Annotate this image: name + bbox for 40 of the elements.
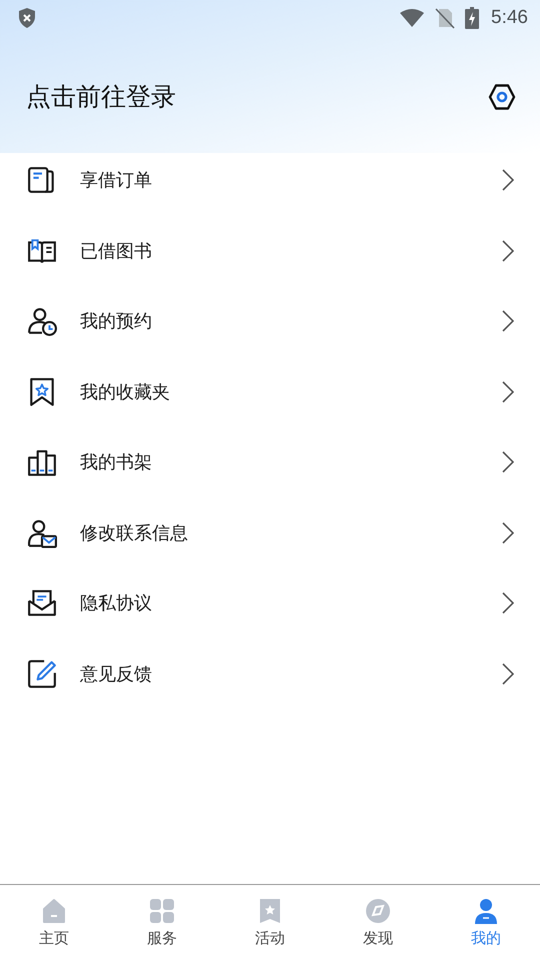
tab-item[interactable]: 我的 [432, 885, 540, 960]
chevron-right-icon [502, 380, 514, 403]
menu-item[interactable]: 我的书架 [0, 427, 540, 498]
tab-item[interactable]: 服务 [108, 885, 216, 960]
bookmark-star-icon [27, 376, 57, 407]
menu-item[interactable]: 我的收藏夹 [0, 356, 540, 427]
tab-item[interactable]: 发现 [324, 885, 432, 960]
chevron-right-icon [502, 662, 514, 685]
shield-icon [17, 7, 37, 29]
receipt-icon [27, 165, 57, 196]
menu-item[interactable]: 意见反馈 [0, 638, 540, 709]
open-envelope-icon [27, 588, 57, 618]
tab-item[interactable]: 主页 [0, 885, 108, 960]
menu-item[interactable]: 已借图书 [0, 216, 540, 286]
no-sim-icon [435, 7, 456, 29]
home-icon [41, 898, 67, 924]
settings-icon[interactable] [488, 82, 516, 110]
chevron-right-icon [502, 522, 514, 544]
pencil-square-icon [27, 658, 57, 689]
user-icon [473, 898, 499, 924]
menu-item[interactable]: 隐私协议 [0, 568, 540, 638]
bookmark-star-icon [257, 898, 283, 924]
wifi-icon [399, 8, 426, 28]
menu-item[interactable]: 我的预约 [0, 286, 540, 356]
clock-time: 5:46 [491, 7, 528, 29]
grid-icon [149, 898, 175, 924]
login-prompt-link[interactable]: 点击前往登录 [26, 80, 176, 113]
user-mail-icon [27, 518, 57, 548]
menu-item[interactable]: 享借订单 [0, 145, 540, 216]
chevron-right-icon [502, 240, 514, 262]
menu-item[interactable]: 修改联系信息 [0, 498, 540, 568]
chevron-right-icon [502, 310, 514, 332]
chevron-right-icon [502, 592, 514, 614]
compass-icon [365, 898, 391, 924]
bookshelf-icon [27, 447, 57, 478]
user-clock-icon [27, 306, 57, 336]
tab-item[interactable]: 活动 [216, 885, 324, 960]
battery-charging-icon [465, 7, 480, 29]
chevron-right-icon [502, 451, 514, 474]
chevron-right-icon [502, 169, 514, 192]
